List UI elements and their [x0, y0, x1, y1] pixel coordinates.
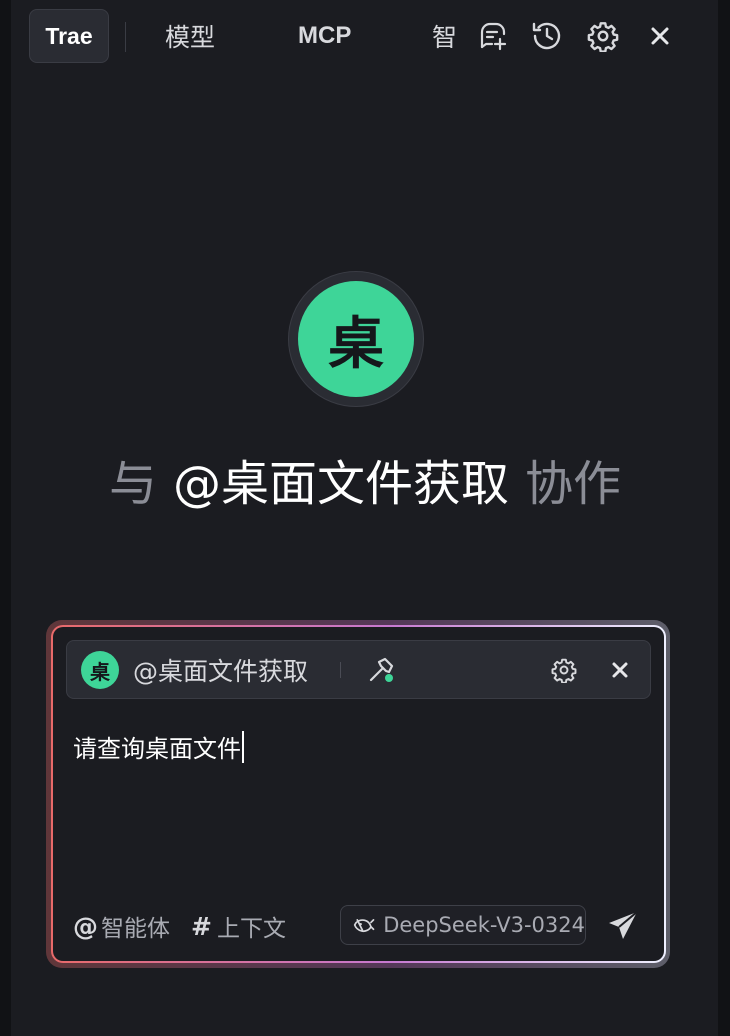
hash-icon: #	[191, 911, 212, 941]
message-input[interactable]: 请查询桌面文件	[73, 729, 244, 764]
chip-agent-avatar: 桌	[81, 651, 119, 689]
agent-avatar-large: 桌	[288, 271, 424, 407]
deepseek-whale-icon	[353, 919, 375, 933]
tab-mcp[interactable]: MCP	[298, 9, 351, 63]
new-chat-icon[interactable]	[474, 18, 510, 54]
model-selector[interactable]: DeepSeek-V3-0324	[340, 905, 586, 945]
agent-avatar-glyph: 桌	[298, 281, 414, 397]
at-icon: @	[73, 911, 98, 941]
composer: 桌 @桌面文件获取 请查询桌面文件 @ 智能体 # 上下文 DeepSeek-V…	[51, 625, 666, 963]
history-icon[interactable]	[529, 18, 565, 54]
gear-icon[interactable]	[585, 18, 621, 54]
chip-agent-name: @桌面文件获取	[133, 656, 309, 686]
tab-model[interactable]: 模型	[165, 9, 215, 63]
hammer-icon[interactable]	[365, 654, 397, 686]
tab-divider	[125, 22, 126, 52]
hero-suffix: 协作	[525, 456, 622, 512]
chip-divider	[340, 662, 341, 678]
left-gutter	[0, 0, 11, 1036]
agent-mention-button[interactable]: @ 智能体	[73, 905, 170, 947]
chip-close-icon[interactable]	[603, 653, 637, 687]
composer-toolbar: @ 智能体 # 上下文 DeepSeek-V3-0324	[53, 905, 664, 947]
send-icon[interactable]	[604, 907, 642, 945]
context-button[interactable]: # 上下文	[191, 905, 286, 947]
hero-prefix: 与	[108, 456, 157, 512]
tab-trae[interactable]: Trae	[29, 9, 109, 63]
selected-agent-chip: 桌 @桌面文件获取	[66, 640, 651, 699]
top-bar: Trae 模型 MCP 智	[11, 0, 718, 74]
hero-agent-name: @桌面文件获取	[172, 456, 509, 512]
right-scrollbar-gutter	[718, 0, 730, 1036]
close-icon[interactable]	[642, 18, 678, 54]
agent-mention-label: 智能体	[101, 916, 170, 942]
message-input-value: 请查询桌面文件	[73, 735, 241, 763]
hero-title: 与 @桌面文件获取 协作	[0, 444, 730, 514]
model-name: DeepSeek-V3-0324	[383, 913, 585, 937]
chip-gear-icon[interactable]	[547, 653, 581, 687]
tab-agent[interactable]: 智	[432, 9, 457, 63]
context-label: 上下文	[216, 916, 286, 942]
text-caret	[242, 731, 244, 763]
